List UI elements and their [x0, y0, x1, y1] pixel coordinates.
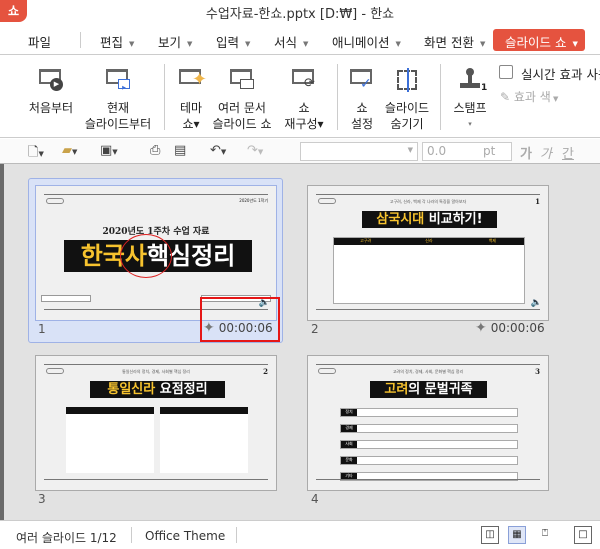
from-start-button[interactable]: ▶ 처음부터 [26, 66, 76, 116]
toolbar: 🗋▼ ▰▼ ▣▼ ⎙ ▤ ↶▼ ↷▼ ▼ 0.0 pt 가 가 간 [0, 139, 600, 164]
show-setup-button[interactable]: ✓ 쇼 설정 [345, 66, 379, 132]
theme-show-button[interactable]: ✦ 테마 쇼▾ [172, 66, 210, 132]
slide-timing: ✦ 00:00:06 [475, 320, 545, 336]
menu-animation[interactable]: 애니메이션 ▼ [332, 32, 401, 51]
status-bar: 여러 슬라이드 1/12 Office Theme ◫ ▦ ⍞ □ [0, 520, 600, 549]
menu-bar: 파일 편집 ▼ 보기 ▼ 입력 ▼ 서식 ▼ 애니메이션 ▼ 화면 전환 ▼ 슬라이드 쇼 ▼ [0, 22, 600, 55]
slide-number: 2 [311, 322, 319, 336]
stamp-button[interactable]: 1 스탬프 ▾ [450, 66, 490, 132]
custom-show-icon: ⟳ [289, 66, 319, 94]
save-icon[interactable]: ▣▼ [100, 143, 118, 158]
slide-thumbnail-2[interactable]: 1 고구려, 신라, 백제 각 나라의 특징을 알아보자 삼국시대 비교하기! … [307, 185, 549, 321]
checkbox-box[interactable] [499, 65, 513, 79]
ribbon-divider [337, 64, 338, 130]
ink-circle [120, 234, 172, 278]
highlight-box [200, 297, 280, 342]
realtime-effect-checkbox[interactable]: 실시간 효과 사용 [499, 64, 600, 83]
hide-slide-button[interactable]: 슬라이드 숨기기 [382, 66, 432, 132]
slide-title-banner: 통일신라 요점정리 [90, 381, 225, 398]
title-bar: 쇼 수업자료-한쇼.pptx [D:₩] - 한쇼 [0, 0, 600, 22]
theme-show-icon: ✦ [176, 66, 207, 94]
multi-doc-show-icon [227, 66, 257, 94]
sound-icon: 🔈 [530, 298, 542, 308]
transition-icon: ✦ [475, 320, 487, 336]
menu-insert[interactable]: 입력 ▼ [216, 32, 250, 51]
fit-window-button[interactable]: □ [574, 526, 592, 544]
slide-thumbnail-3[interactable]: 2 통일신라의 정치, 경제, 사회별 핵심 정리 통일신라 요점정리 [35, 355, 277, 491]
menu-format[interactable]: 서식 ▼ [274, 32, 308, 51]
custom-show-button[interactable]: ⟳ 쇼 재구성▾ [280, 66, 328, 132]
play-from-current-icon: ▶ [103, 66, 133, 94]
slide-rows: 정치 경제 사회 문화 기타 [340, 408, 518, 481]
slide-sorter-view-button[interactable]: ▦ [508, 526, 526, 544]
slide-thumbnail-4[interactable]: 3 고려의 정치, 경제, 사회, 문화별 핵심 정리 고려의 문벌귀족 정치 … [307, 355, 549, 491]
menu-file[interactable]: 파일 [28, 32, 51, 51]
slideshow-view-button[interactable]: ⍞ [536, 526, 554, 544]
ribbon-divider [164, 64, 165, 130]
play-from-start-icon: ▶ [36, 66, 66, 94]
effect-color-button: ✎ 효과 색 ▼ [500, 90, 559, 104]
stamp-icon: 1 [455, 66, 487, 94]
slide-count: 여러 슬라이드 1/12 [16, 531, 117, 545]
font-name-select[interactable]: ▼ [300, 142, 418, 161]
underline-button[interactable]: 간 [562, 143, 574, 162]
theme-name: Office Theme [145, 529, 226, 543]
from-current-button[interactable]: ▶ 현재 슬라이드부터 [82, 66, 154, 132]
slide-title-banner: 고려의 문벌귀족 [370, 381, 487, 398]
ribbon: ▶ 처음부터 ▶ 현재 슬라이드부터 ✦ 테마 쇼▾ 여러 문서 슬라이드 쇼 ⟳ 쇼… [0, 56, 600, 138]
undo-icon[interactable]: ↶▼ [210, 143, 226, 158]
menu-transition[interactable]: 화면 전환 ▼ [424, 32, 485, 51]
print-preview-icon[interactable]: ▤ [174, 143, 186, 158]
menu-edit[interactable]: 편집 ▼ [100, 32, 134, 51]
window-title: 수업자료-한쇼.pptx [D:₩] - 한쇼 [205, 7, 395, 22]
show-setup-icon: ✓ [347, 66, 377, 94]
italic-button[interactable]: 가 [540, 143, 552, 162]
print-icon[interactable]: ⎙ [150, 143, 160, 158]
slide-number: 4 [311, 492, 319, 506]
multi-doc-show-button[interactable]: 여러 문서 슬라이드 쇼 [210, 66, 274, 132]
pen-icon: ✎ [500, 90, 514, 104]
menu-slideshow[interactable]: 슬라이드 쇼 ▼ [493, 29, 585, 51]
menu-view[interactable]: 보기 ▼ [158, 32, 192, 51]
bold-button[interactable]: 가 [520, 143, 532, 162]
normal-view-button[interactable]: ◫ [481, 526, 499, 544]
font-size-input[interactable]: 0.0 pt [422, 142, 512, 161]
menu-divider [80, 32, 81, 48]
open-folder-icon[interactable]: ▰▼ [62, 143, 77, 158]
slide-number: 3 [38, 492, 46, 506]
ribbon-divider [440, 64, 441, 130]
slide-title-banner: 삼국시대 비교하기! [362, 211, 497, 228]
redo-icon: ↷▼ [247, 143, 264, 158]
new-doc-icon[interactable]: 🗋▼ [28, 143, 44, 165]
hide-slide-icon [392, 66, 422, 94]
slide-number: 1 [38, 322, 46, 336]
